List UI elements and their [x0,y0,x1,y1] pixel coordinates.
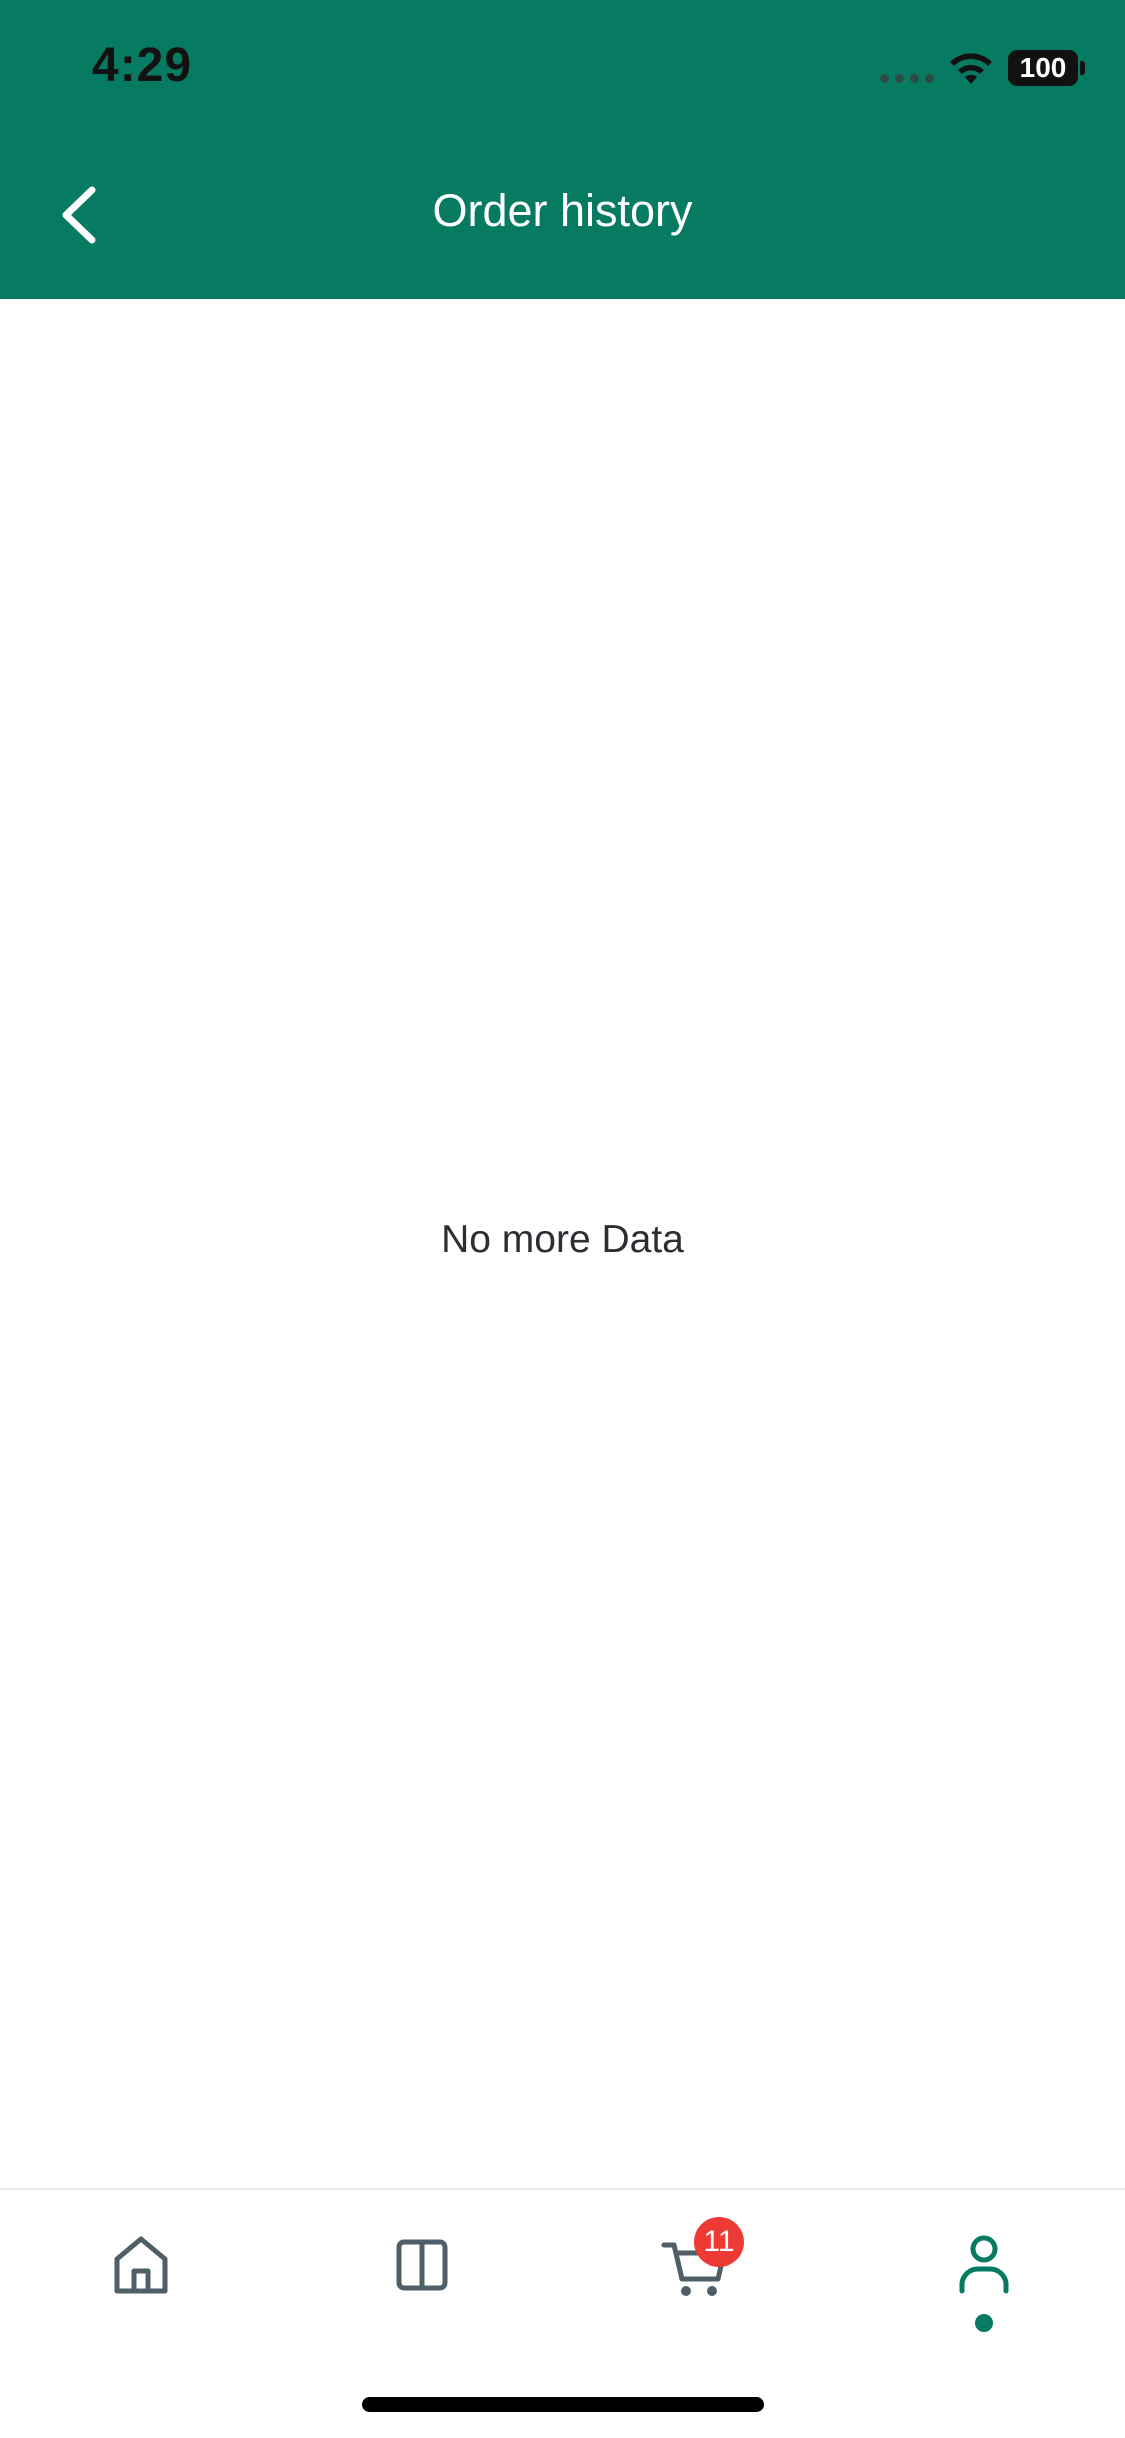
tab-home[interactable] [101,2225,181,2305]
app-header: 4:29 100 Order history [0,0,1125,299]
person-icon [959,2235,1009,2294]
empty-state-message: No more Data [441,1218,684,1261]
battery-cap [1080,61,1085,75]
split-view-icon [396,2239,448,2291]
home-indicator[interactable] [362,2397,764,2412]
status-time: 4:29 [92,39,193,92]
active-tab-indicator [975,2314,993,2332]
battery-indicator: 100 [1008,50,1078,86]
page-title: Order history [432,185,693,236]
tab-catalog[interactable] [382,2225,462,2305]
home-icon [114,2236,168,2294]
cart-count-badge: 11 [694,2217,744,2267]
tab-profile[interactable] [944,2225,1024,2305]
wifi-icon [950,53,992,84]
cellular-signal-icon [880,74,934,83]
